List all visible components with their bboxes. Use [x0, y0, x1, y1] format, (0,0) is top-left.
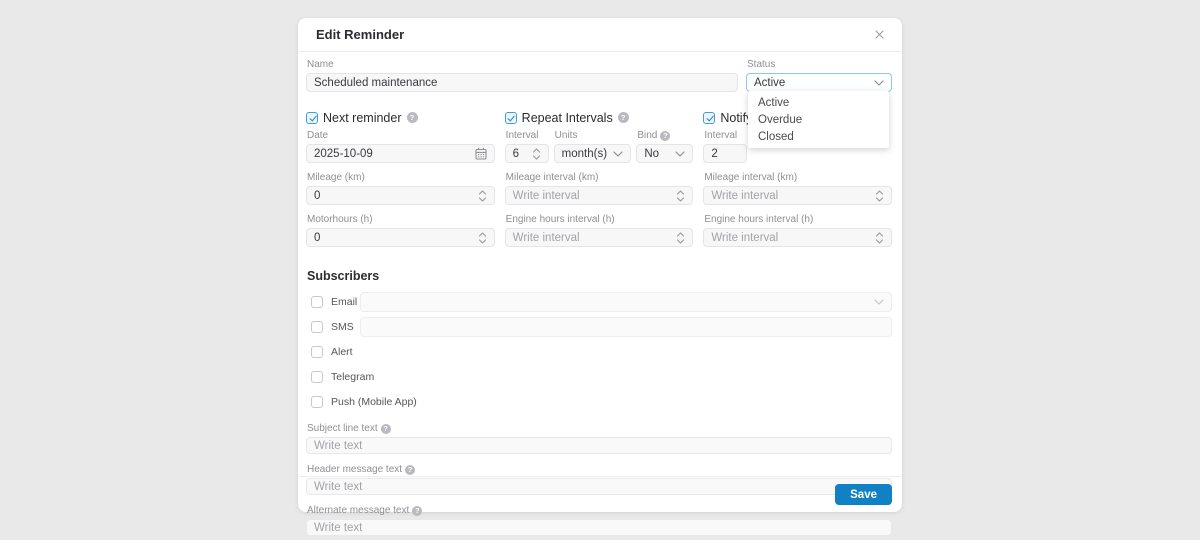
repeat-engine-hours-wrap	[505, 228, 694, 247]
repeat-mileage-interval-input[interactable]	[513, 190, 673, 202]
status-option-active[interactable]: Active	[748, 94, 889, 111]
subscriber-row-email: Email	[306, 292, 892, 312]
motorhours-label: Motorhours (h)	[307, 215, 373, 225]
next-reminder-section: Next reminder Date 2025-10-09	[306, 109, 495, 257]
alert-label: Alert	[331, 346, 353, 358]
status-option-closed[interactable]: Closed	[748, 128, 889, 145]
repeat-engine-hours-label: Engine hours interval (h)	[506, 215, 615, 225]
chevron-down-icon	[675, 151, 685, 157]
interval-label: Interval	[506, 131, 539, 141]
units-label: Units	[555, 131, 578, 141]
push-label: Push (Mobile App)	[331, 396, 417, 408]
repeat-intervals-section: Repeat Intervals Interval Units	[505, 109, 694, 257]
close-icon[interactable]	[873, 28, 886, 41]
notify-mileage-interval-label: Mileage interval (km)	[704, 173, 797, 183]
repeat-interval-input[interactable]	[513, 148, 528, 160]
subject-line-input[interactable]	[314, 440, 884, 452]
bind-label: Bind	[637, 131, 657, 141]
stepper-icon[interactable]	[676, 189, 685, 203]
date-label: Date	[307, 131, 328, 141]
name-input[interactable]	[314, 77, 730, 89]
modal-title: Edit Reminder	[316, 27, 404, 42]
units-select[interactable]: month(s)	[554, 144, 632, 163]
mileage-input[interactable]	[314, 190, 474, 202]
notify-mileage-interval-input[interactable]	[711, 190, 871, 202]
notify-mileage-interval-wrap	[703, 186, 892, 205]
bind-select[interactable]: No	[636, 144, 693, 163]
date-value: 2025-10-09	[314, 148, 471, 160]
modal-footer: Save	[298, 476, 902, 512]
stepper-icon[interactable]	[478, 189, 487, 203]
email-label: Email	[331, 296, 357, 308]
edit-reminder-modal: Edit Reminder Name Status Active	[298, 18, 902, 512]
notify-interval-input[interactable]	[711, 148, 739, 160]
stepper-icon[interactable]	[478, 231, 487, 245]
subscriber-row-telegram: Telegram	[306, 367, 892, 387]
subscribers-title: Subscribers	[307, 269, 892, 283]
notify-interval-label: Interval	[704, 131, 737, 141]
sms-checkbox[interactable]	[311, 321, 323, 333]
help-icon	[405, 465, 415, 475]
alternate-message-input-wrap	[306, 519, 892, 536]
stepper-icon[interactable]	[875, 231, 884, 245]
status-select[interactable]: Active	[746, 73, 892, 92]
notify-engine-hours-wrap	[703, 228, 892, 247]
sms-input-wrap	[360, 317, 892, 337]
help-icon	[381, 424, 391, 434]
calendar-icon[interactable]	[475, 147, 487, 160]
chevron-down-icon	[874, 299, 884, 305]
sms-label: SMS	[331, 321, 354, 333]
status-option-overdue[interactable]: Overdue	[748, 111, 889, 128]
help-icon	[618, 112, 629, 123]
alternate-message-input[interactable]	[314, 522, 884, 534]
stepper-icon[interactable]	[532, 147, 541, 161]
chevron-down-icon	[613, 151, 623, 157]
email-checkbox[interactable]	[311, 296, 323, 308]
notify-engine-hours-label: Engine hours interval (h)	[704, 215, 813, 225]
alert-checkbox[interactable]	[311, 346, 323, 358]
telegram-checkbox[interactable]	[311, 371, 323, 383]
repeat-mileage-interval-wrap	[505, 186, 694, 205]
notify-interval-input-wrap	[703, 144, 747, 163]
repeat-intervals-checkbox[interactable]	[505, 112, 517, 124]
next-reminder-checkbox[interactable]	[306, 112, 318, 124]
status-select-value: Active	[754, 77, 870, 89]
motorhours-input[interactable]	[314, 232, 474, 244]
sms-input[interactable]	[368, 321, 884, 333]
name-label: Name	[307, 60, 334, 70]
repeat-interval-input-wrap	[505, 144, 549, 163]
subscriber-row-push: Push (Mobile App)	[306, 392, 892, 412]
push-checkbox[interactable]	[311, 396, 323, 408]
help-icon	[660, 131, 670, 141]
header-message-label: Header message text	[307, 465, 402, 475]
subscriber-row-sms: SMS	[306, 317, 892, 337]
stepper-icon[interactable]	[676, 231, 685, 245]
notify-engine-hours-input[interactable]	[711, 232, 871, 244]
next-reminder-title: Next reminder	[323, 111, 402, 125]
mileage-input-wrap	[306, 186, 495, 205]
status-label: Status	[747, 60, 775, 70]
mileage-label: Mileage (km)	[307, 173, 365, 183]
chevron-down-icon	[874, 80, 884, 86]
help-icon	[407, 112, 418, 123]
status-dropdown-menu: Active Overdue Closed	[748, 91, 889, 148]
modal-header: Edit Reminder	[298, 18, 902, 52]
motorhours-input-wrap	[306, 228, 495, 247]
telegram-label: Telegram	[331, 371, 374, 383]
repeat-mileage-interval-label: Mileage interval (km)	[506, 173, 599, 183]
repeat-engine-hours-input[interactable]	[513, 232, 673, 244]
subscriber-row-alert: Alert	[306, 342, 892, 362]
subject-line-input-wrap	[306, 437, 892, 454]
stepper-icon[interactable]	[875, 189, 884, 203]
date-input[interactable]: 2025-10-09	[306, 144, 495, 163]
name-input-wrap	[306, 73, 738, 92]
email-select[interactable]	[360, 292, 892, 312]
subject-line-label: Subject line text	[307, 424, 378, 434]
save-button[interactable]: Save	[835, 484, 892, 505]
notify-checkbox[interactable]	[703, 112, 715, 124]
repeat-intervals-title: Repeat Intervals	[522, 111, 613, 125]
